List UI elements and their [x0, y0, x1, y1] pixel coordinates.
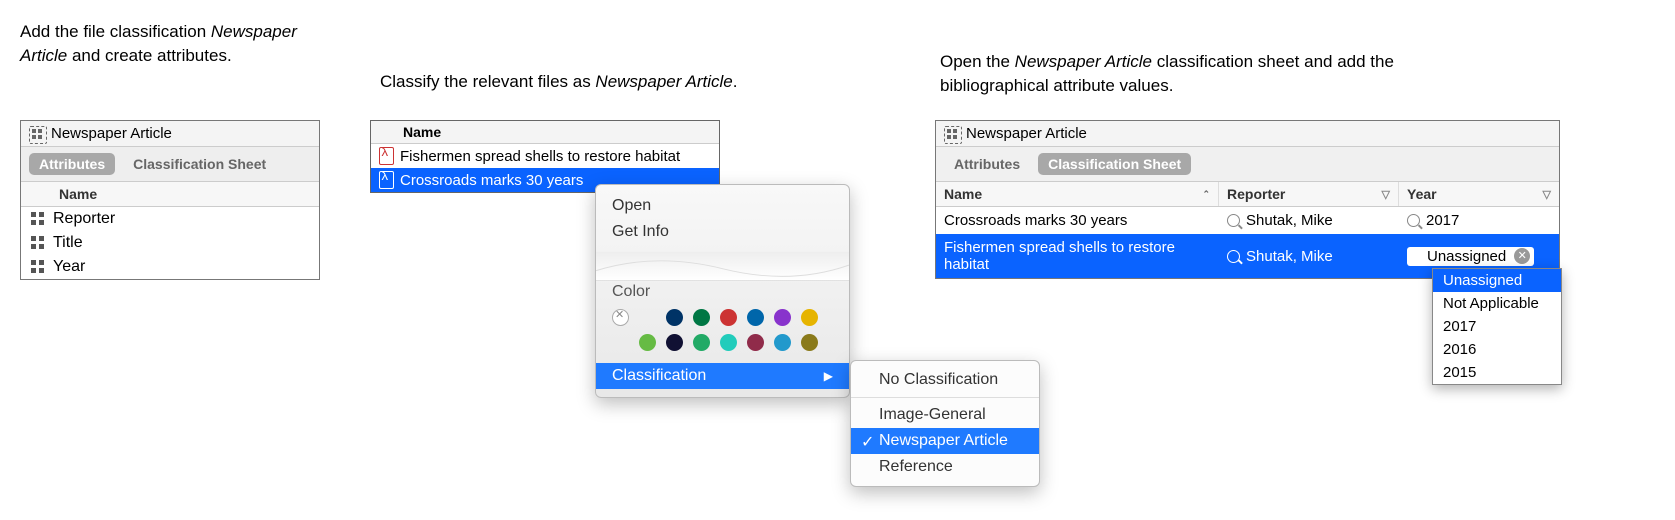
classification-panel: Newspaper Article Attributes Classificat… — [20, 120, 320, 280]
menu-item-get-info[interactable]: Get Info — [596, 219, 849, 245]
attribute-row[interactable]: Title — [21, 231, 319, 255]
dropdown-option[interactable]: 2017 — [1433, 315, 1561, 338]
menu-label-color: Color — [596, 281, 849, 303]
menu-item-classification[interactable]: Classification ▶ — [596, 363, 849, 389]
search-icon — [1227, 250, 1240, 263]
column-header-reporter[interactable]: Reporter ▽ — [1219, 182, 1399, 206]
tab-attributes[interactable]: Attributes — [944, 153, 1030, 175]
filter-icon[interactable]: ▽ — [1543, 188, 1551, 201]
color-swatch[interactable] — [639, 309, 656, 326]
submenu-item-reference[interactable]: Reference — [851, 454, 1039, 480]
color-swatch[interactable] — [693, 334, 710, 351]
tab-classification-sheet[interactable]: Classification Sheet — [123, 153, 276, 175]
tab-classification-sheet[interactable]: Classification Sheet — [1038, 153, 1191, 175]
search-icon — [1227, 214, 1240, 227]
submenu-item-newspaper-article[interactable]: Newspaper Article — [851, 428, 1039, 454]
column-header-name[interactable]: Name ⌃ — [936, 182, 1219, 206]
color-swatch[interactable] — [774, 309, 791, 326]
caption-panel2: Classify the relevant files as Newspaper… — [380, 70, 900, 94]
file-list: Name Fishermen spread shells to restore … — [370, 120, 720, 193]
tab-attributes[interactable]: Attributes — [29, 153, 115, 175]
panel-title: Newspaper Article — [21, 121, 319, 147]
submenu-item-no-classification[interactable]: No Classification — [851, 367, 1039, 393]
context-menu: Open Get Info Color — [595, 184, 850, 398]
dropdown-option[interactable]: Not Applicable — [1433, 292, 1561, 315]
dropdown-option[interactable]: 2016 — [1433, 338, 1561, 361]
menu-gap — [596, 251, 849, 281]
column-header-name[interactable]: Name — [21, 182, 319, 207]
color-picker — [596, 303, 849, 357]
column-header-name[interactable]: Name — [371, 121, 719, 144]
file-row[interactable]: Fishermen spread shells to restore habit… — [371, 144, 719, 168]
attribute-row[interactable]: Reporter — [21, 207, 319, 231]
classification-icon — [944, 126, 960, 142]
column-header-year[interactable]: Year ▽ — [1399, 182, 1559, 206]
filter-icon[interactable]: ▽ — [1382, 188, 1390, 201]
submenu-item-image-general[interactable]: Image-General — [851, 402, 1039, 428]
sheet-title: Newspaper Article — [936, 121, 1559, 147]
table-row[interactable]: Crossroads marks 30 years Shutak, Mike 2… — [936, 207, 1559, 234]
color-swatch[interactable] — [747, 309, 764, 326]
color-swatch[interactable] — [801, 334, 818, 351]
search-icon — [1407, 214, 1420, 227]
caption-panel1: Add the file classification Newspaper Ar… — [20, 20, 320, 68]
pdf-icon — [379, 171, 394, 189]
color-swatch[interactable] — [693, 309, 710, 326]
caption-panel3: Open the Newspaper Article classificatio… — [940, 50, 1440, 98]
year-dropdown: Unassigned Not Applicable 2017 2016 2015 — [1432, 268, 1562, 385]
color-swatch[interactable] — [666, 334, 683, 351]
classification-icon — [29, 126, 45, 142]
color-swatch[interactable] — [666, 309, 683, 326]
pdf-icon — [379, 147, 394, 165]
color-swatch[interactable] — [720, 309, 737, 326]
attribute-icon — [31, 212, 45, 226]
color-swatch[interactable] — [747, 334, 764, 351]
attribute-row[interactable]: Year — [21, 255, 319, 279]
clear-button[interactable]: ✕ — [1514, 248, 1530, 264]
color-swatch-none[interactable] — [612, 309, 629, 326]
color-swatch[interactable] — [720, 334, 737, 351]
menu-item-open[interactable]: Open — [596, 193, 849, 219]
color-swatch[interactable] — [639, 334, 656, 351]
color-swatch[interactable] — [774, 334, 791, 351]
classification-sheet: Newspaper Article Attributes Classificat… — [935, 120, 1560, 279]
sort-indicator-icon: ⌃ — [1202, 189, 1210, 200]
year-cell-editor[interactable]: Unassigned ✕ — [1407, 247, 1534, 266]
dropdown-option[interactable]: 2015 — [1433, 361, 1561, 384]
classification-submenu: No Classification Image-General Newspape… — [850, 360, 1040, 487]
attribute-icon — [31, 236, 45, 250]
attribute-icon — [31, 260, 45, 274]
search-icon — [1410, 250, 1423, 263]
dropdown-option[interactable]: Unassigned — [1433, 269, 1561, 292]
submenu-arrow-icon: ▶ — [824, 369, 833, 383]
color-swatch[interactable] — [801, 309, 818, 326]
